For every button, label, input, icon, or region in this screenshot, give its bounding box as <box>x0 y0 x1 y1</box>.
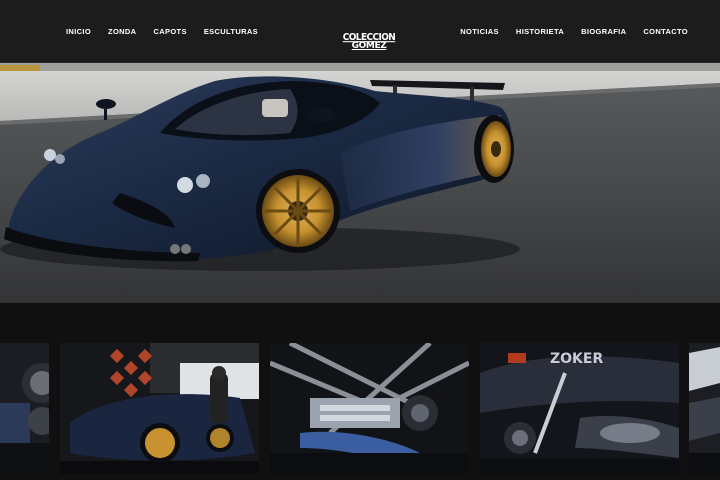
gallery-thumb-2[interactable] <box>60 343 259 474</box>
gallery-thumb-5[interactable] <box>689 343 720 474</box>
engine-cover-label: ZOKER <box>550 351 603 367</box>
gallery-thumb-3[interactable] <box>270 343 469 474</box>
nav-item-contacto[interactable]: CONTACTO <box>643 27 688 36</box>
nav-item-historieta[interactable]: HISTORIETA <box>516 27 564 36</box>
car-detail-photo <box>0 343 49 474</box>
nav-item-noticias[interactable]: NOTICIAS <box>460 27 499 36</box>
car-garage-photo <box>60 343 259 474</box>
gallery-thumb-1[interactable] <box>0 343 49 474</box>
site-header: INICIO ZONDA CAPOTS ESCULTURAS COLECCION… <box>0 0 720 63</box>
car-detail-photo <box>689 343 720 474</box>
nav-item-biografia[interactable]: BIOGRAFIA <box>581 27 626 36</box>
hero-image <box>0 63 720 303</box>
nav-item-zonda[interactable]: ZONDA <box>108 27 136 36</box>
nav-item-capots[interactable]: CAPOTS <box>153 27 186 36</box>
gallery-thumb-4[interactable]: ZOKER <box>480 343 679 474</box>
engine-photo <box>270 343 469 474</box>
site-logo[interactable]: COLECCION GOMEZ <box>337 32 401 50</box>
hero-car-photo <box>0 63 720 303</box>
nav-item-esculturas[interactable]: ESCULTURAS <box>204 27 258 36</box>
nav-right: NOTICIAS HISTORIETA BIOGRAFIA CONTACTO <box>443 0 688 63</box>
nav-item-inicio[interactable]: INICIO <box>66 27 91 36</box>
logo-line-1: COLECCION <box>342 32 396 44</box>
gallery-strip: ZOKER <box>0 303 720 480</box>
nav-left: INICIO ZONDA CAPOTS ESCULTURAS <box>66 0 286 63</box>
engine-cover-photo: ZOKER <box>480 343 679 474</box>
